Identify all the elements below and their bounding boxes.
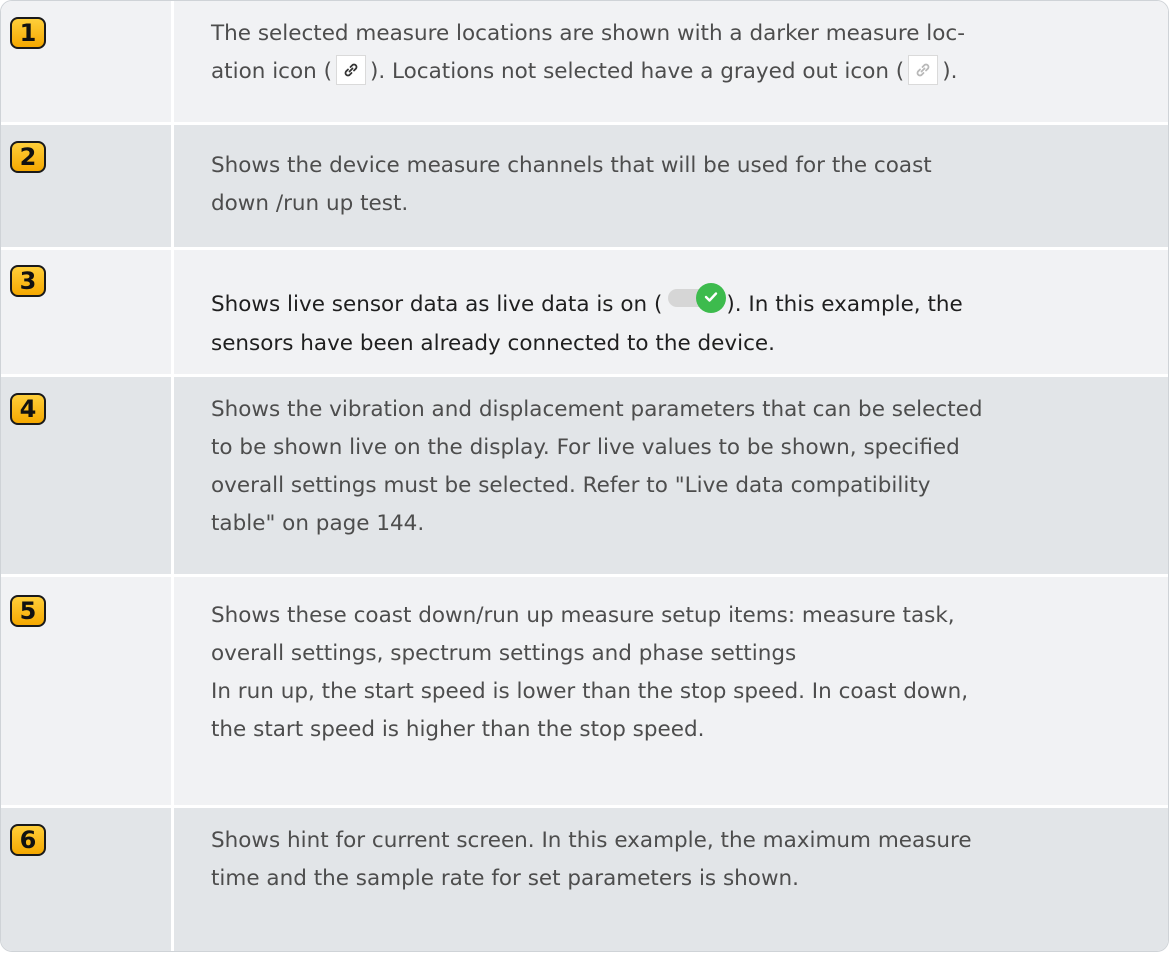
description-line: to be shown live on the display. For liv… — [211, 435, 960, 460]
column-divider — [171, 1, 174, 122]
description-line: Shows these coast down/run up measure se… — [211, 603, 955, 628]
link-grayed-icon — [908, 55, 939, 85]
column-divider — [171, 377, 174, 574]
row-4-description: Shows the vibration and displacement par… — [211, 391, 1150, 543]
row-3-description: Shows live sensor data as live data is o… — [211, 283, 1150, 363]
callout-number-badge: 5 — [10, 595, 46, 627]
description-line: The selected measure locations are shown… — [211, 21, 966, 46]
column-divider — [171, 250, 174, 374]
legend-row-6: 6 Shows hint for current screen. In this… — [1, 808, 1168, 951]
description-line: Shows the device measure channels that w… — [211, 153, 932, 178]
description-line: table" on page 144. — [211, 511, 425, 536]
description-line: overall settings, spectrum settings and … — [211, 641, 797, 666]
legend-row-1: 1 The selected measure locations are sho… — [1, 1, 1168, 125]
description-line: In run up, the start speed is lower than… — [211, 679, 969, 704]
description-line: Shows hint for current screen. In this e… — [211, 828, 972, 853]
legend-row-5: 5 Shows these coast down/run up measure … — [1, 577, 1168, 808]
column-divider — [171, 125, 174, 247]
row-1-description: The selected measure locations are shown… — [211, 15, 1150, 91]
callout-number-badge: 1 — [10, 17, 46, 49]
row-5-description: Shows these coast down/run up measure se… — [211, 597, 1150, 749]
description-line: Shows live sensor data as live data is o… — [211, 283, 1150, 325]
callout-number-badge: 3 — [10, 265, 46, 297]
row-2-description: Shows the device measure channels that w… — [211, 147, 1150, 223]
column-divider — [171, 808, 174, 951]
description-line: time and the sample rate for set paramet… — [211, 866, 799, 891]
callout-number-badge: 2 — [10, 141, 46, 173]
description-line: the start speed is higher than the stop … — [211, 717, 705, 742]
callout-legend-table: 1 The selected measure locations are sho… — [0, 0, 1169, 952]
legend-row-4: 4 Shows the vibration and displacement p… — [1, 377, 1168, 577]
legend-row-3: 3 Shows live sensor data as live data is… — [1, 250, 1168, 377]
link-icon — [336, 55, 366, 85]
description-line: ation icon (). Locations not selected ha… — [211, 53, 1150, 91]
toggle-on-icon — [668, 277, 727, 317]
callout-number-badge: 4 — [10, 393, 46, 425]
description-line: Shows the vibration and displacement par… — [211, 397, 983, 422]
description-line: sensors have been already connected to t… — [211, 331, 775, 356]
row-6-description: Shows hint for current screen. In this e… — [211, 822, 1150, 898]
description-line: overall settings must be selected. Refer… — [211, 473, 931, 498]
callout-number-badge: 6 — [10, 824, 46, 856]
description-line: down /run up test. — [211, 191, 409, 216]
legend-row-2: 2 Shows the device measure channels that… — [1, 125, 1168, 250]
column-divider — [171, 577, 174, 805]
